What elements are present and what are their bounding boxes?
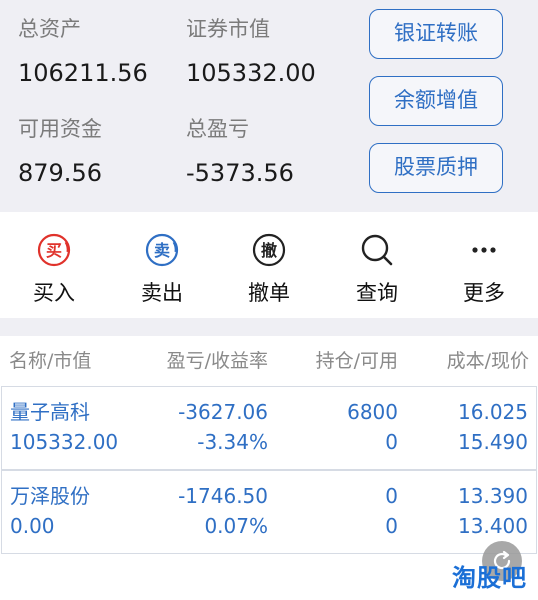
market-value: 证券市值 105332.00 — [186, 16, 316, 88]
sell-button[interactable]: 卖 卖出 — [108, 212, 216, 318]
stock-cost: 16.025 — [458, 400, 528, 424]
cancel-order-button[interactable]: 撤 撤单 — [215, 212, 323, 318]
holding-row[interactable]: 量子高科 105332.00 -3627.06 -3.34% 6800 0 16… — [1, 386, 537, 470]
total-profit-loss: 总盈亏 -5373.56 — [186, 116, 294, 188]
stock-available: 0 — [385, 514, 398, 538]
holdings-table-header: 名称/市值 盈亏/收益率 持仓/可用 成本/现价 — [0, 336, 538, 386]
trade-menu: 买 买入 卖 卖出 撤 撤单 查询 更多 — [0, 212, 538, 318]
stock-name: 量子高科 — [10, 400, 90, 424]
cancel-order-label: 撤单 — [248, 281, 290, 305]
total-assets-value: 106211.56 — [18, 59, 148, 87]
header-pl-return: 盈亏/收益率 — [166, 350, 268, 372]
total-profit-loss-label: 总盈亏 — [186, 117, 249, 141]
stock-cost: 13.390 — [458, 484, 528, 508]
stock-pledge-button[interactable]: 股票质押 — [369, 143, 503, 193]
watermark-logo: 淘股吧 — [452, 564, 527, 592]
stock-position: 0 — [385, 484, 398, 508]
search-icon — [361, 234, 393, 266]
stock-available: 0 — [385, 430, 398, 454]
cancel-order-icon: 撤 — [252, 233, 286, 267]
total-assets: 总资产 106211.56 — [18, 16, 148, 88]
stock-price: 15.490 — [458, 430, 528, 454]
buy-button[interactable]: 买 买入 — [0, 212, 108, 318]
section-divider — [0, 318, 538, 336]
total-profit-loss-value: -5373.56 — [186, 159, 294, 187]
bank-transfer-button[interactable]: 银证转账 — [369, 9, 503, 59]
available-funds-label: 可用资金 — [18, 117, 102, 141]
stock-return-rate: -3.34% — [197, 430, 268, 454]
available-funds: 可用资金 879.56 — [18, 116, 102, 188]
stock-profit-loss: -3627.06 — [178, 400, 268, 424]
svg-text:卖: 卖 — [154, 241, 170, 260]
sell-label: 卖出 — [141, 281, 183, 305]
query-label: 查询 — [356, 281, 398, 305]
header-cost-price: 成本/现价 — [446, 350, 529, 372]
total-assets-label: 总资产 — [18, 17, 81, 41]
more-icon — [472, 247, 496, 253]
available-funds-value: 879.56 — [18, 159, 102, 187]
sell-icon: 卖 — [145, 233, 179, 267]
svg-text:撤: 撤 — [261, 241, 277, 260]
market-value-value: 105332.00 — [186, 59, 316, 87]
stock-market-value: 105332.00 — [10, 430, 119, 454]
stock-profit-loss: -1746.50 — [178, 484, 268, 508]
buy-icon: 买 — [37, 233, 71, 267]
account-summary-panel: 总资产 106211.56 证券市值 105332.00 可用资金 879.56… — [0, 0, 538, 212]
more-label: 更多 — [463, 281, 505, 305]
stock-return-rate: 0.07% — [204, 514, 268, 538]
more-button[interactable]: 更多 — [430, 212, 538, 318]
buy-label: 买入 — [33, 281, 75, 305]
stock-market-value: 0.00 — [10, 514, 55, 538]
svg-text:买: 买 — [46, 241, 62, 260]
holding-row[interactable]: 万泽股份 0.00 -1746.50 0.07% 0 0 13.390 13.4… — [1, 470, 537, 554]
balance-growth-button[interactable]: 余额增值 — [369, 76, 503, 126]
stock-name: 万泽股份 — [10, 484, 90, 508]
stock-position: 6800 — [347, 400, 398, 424]
market-value-label: 证券市值 — [186, 17, 270, 41]
header-name-market-value: 名称/市值 — [9, 350, 92, 372]
stock-price: 13.400 — [458, 514, 528, 538]
query-button[interactable]: 查询 — [323, 212, 431, 318]
header-position-available: 持仓/可用 — [315, 350, 398, 372]
